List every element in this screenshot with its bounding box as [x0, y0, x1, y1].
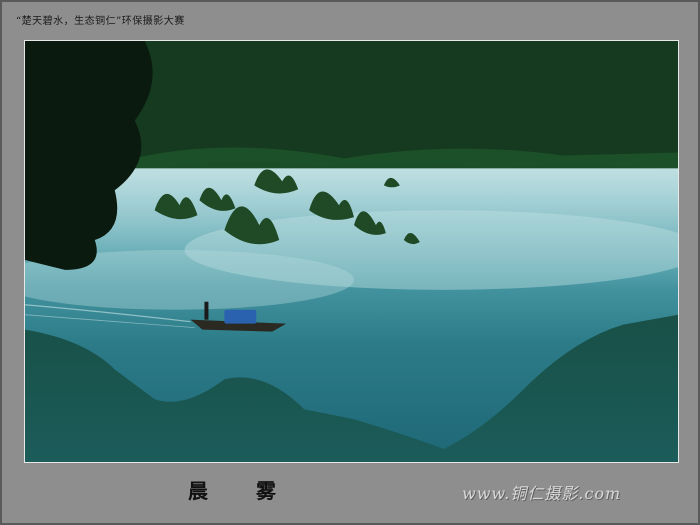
photo-frame: “楚天碧水，生态铜仁”环保摄影大赛 晨雾 www.铜仁摄影.com — [0, 0, 700, 525]
site-watermark: www.铜仁摄影.com — [462, 484, 622, 503]
photo-title: 晨雾 — [188, 479, 324, 503]
misty-river-scene — [25, 41, 678, 462]
contest-caption: “楚天碧水，生态铜仁”环保摄影大赛 — [16, 16, 185, 27]
landscape-photo — [24, 40, 679, 463]
